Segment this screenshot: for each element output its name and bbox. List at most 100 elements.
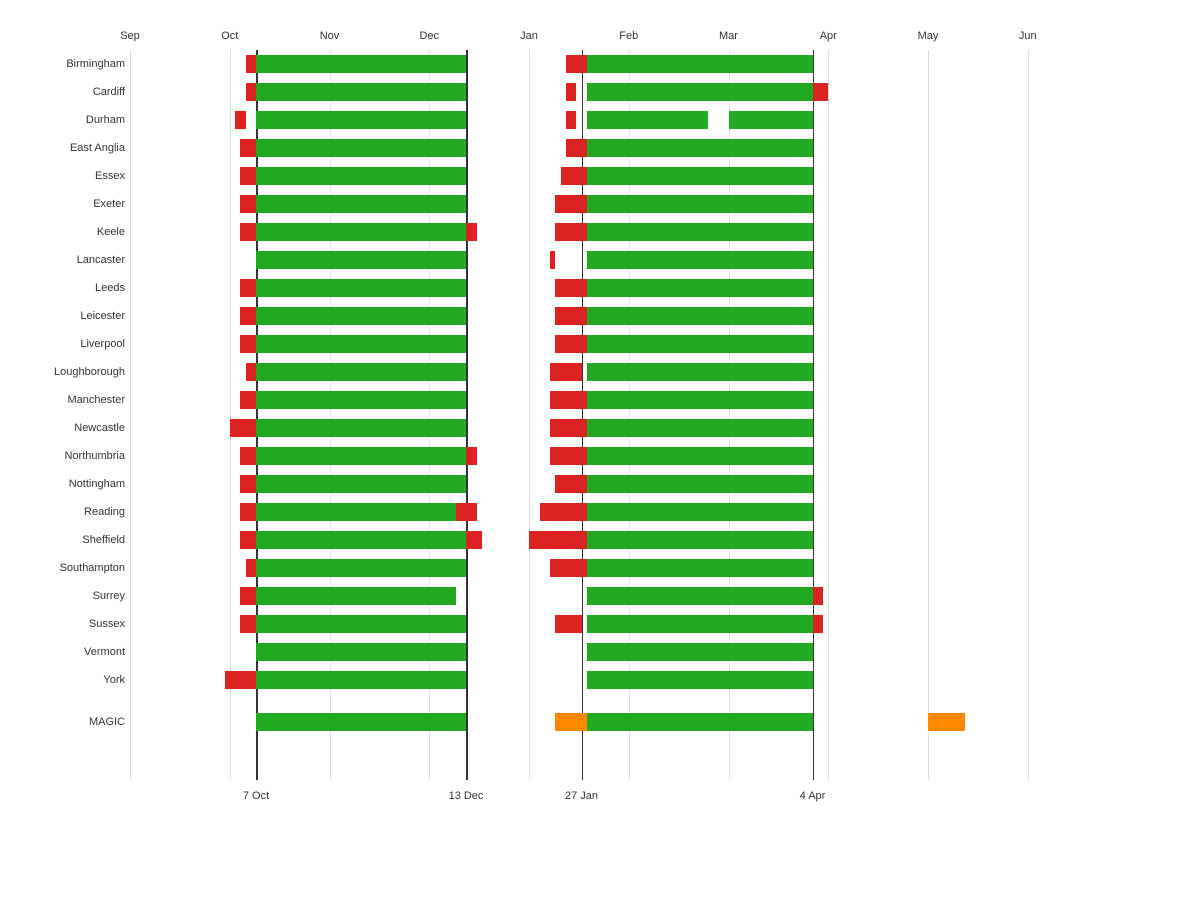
row-label: Nottingham [0, 478, 125, 490]
row-label: East Anglia [0, 142, 125, 154]
bar-green [256, 643, 466, 661]
bar-green [587, 363, 802, 381]
bar-red [571, 195, 587, 213]
row-label: Exeter [0, 198, 125, 210]
bar-red [240, 419, 256, 437]
bar-red [550, 559, 571, 577]
bar-red [550, 447, 587, 465]
chart-container: SepOctNovDecJanFebMarAprMayJunBirmingham… [0, 0, 1200, 900]
bar-green [256, 335, 466, 353]
bar-green [256, 671, 466, 689]
row-bars [130, 587, 1180, 605]
bar-green [587, 643, 813, 661]
bar-green [587, 503, 813, 521]
row-bars [130, 55, 1180, 73]
row-label: Reading [0, 506, 125, 518]
bar-green [256, 167, 466, 185]
table-row: Durham [130, 106, 1180, 134]
bar-green [587, 391, 802, 409]
bar-green [256, 139, 466, 157]
row-bars [130, 391, 1180, 409]
row-bars [130, 307, 1180, 325]
bar-red [240, 475, 256, 493]
row-bars [130, 139, 1180, 157]
bar-green [256, 83, 466, 101]
bar-red [550, 391, 587, 409]
bar-green [256, 531, 466, 549]
bar-green [256, 307, 466, 325]
bar-green [802, 223, 813, 241]
bar-green [802, 363, 813, 381]
magic-bar-orange [928, 713, 949, 731]
bar-green [256, 251, 466, 269]
month-label: Feb [619, 30, 638, 42]
bar-green [587, 531, 792, 549]
bar-red [813, 587, 824, 605]
month-label: Jun [1019, 30, 1037, 42]
bar-green [729, 111, 813, 129]
bottom-labels: 7 Oct13 Dec27 Jan4 Apr [130, 780, 1180, 820]
bar-red [566, 83, 577, 101]
bar-red [240, 307, 256, 325]
chart-area: SepOctNovDecJanFebMarAprMayJunBirmingham… [130, 30, 1180, 820]
table-row: Exeter [130, 190, 1180, 218]
bar-green [587, 167, 813, 185]
table-row: Sheffield [130, 526, 1180, 554]
bar-green [256, 111, 466, 129]
table-row: Newcastle [130, 414, 1180, 442]
bar-green [802, 139, 813, 157]
bar-red [235, 671, 256, 689]
bar-green [587, 447, 802, 465]
bar-green [256, 419, 466, 437]
bar-red [550, 251, 555, 269]
row-bars [130, 251, 1180, 269]
bar-green [256, 363, 466, 381]
bar-red [240, 167, 256, 185]
bar-red [576, 55, 587, 73]
row-label: Vermont [0, 646, 125, 658]
bar-green [587, 111, 708, 129]
table-row: Surrey [130, 582, 1180, 610]
row-label: Essex [0, 170, 125, 182]
bottom-date-label: 27 Jan [565, 790, 598, 802]
row-label: Leicester [0, 310, 125, 322]
bar-green [587, 419, 813, 437]
bar-green [802, 195, 813, 213]
bar-red [555, 475, 587, 493]
bar-green [256, 223, 466, 241]
table-row: Reading [130, 498, 1180, 526]
bar-red [456, 503, 467, 521]
row-label: Lancaster [0, 254, 125, 266]
bar-green [587, 55, 813, 73]
bar-green [792, 531, 813, 549]
bar-green [256, 447, 466, 465]
bar-red [246, 559, 257, 577]
bar-red [555, 223, 587, 241]
row-bars [130, 447, 1180, 465]
bar-red [540, 503, 587, 521]
bar-red [550, 419, 561, 437]
row-label: Loughborough [0, 366, 125, 378]
bar-red [555, 307, 587, 325]
bar-red [246, 55, 257, 73]
bar-red [240, 447, 256, 465]
row-bars [130, 83, 1180, 101]
table-row: Liverpool [130, 330, 1180, 358]
table-row: Cardiff [130, 78, 1180, 106]
row-bars [130, 111, 1180, 129]
bar-red [246, 83, 257, 101]
bar-red [555, 335, 587, 353]
bar-red [571, 559, 587, 577]
table-row: Nottingham [130, 470, 1180, 498]
bar-red [246, 139, 257, 157]
bar-red [240, 223, 256, 241]
bar-green [256, 615, 466, 633]
month-label: Mar [719, 30, 738, 42]
table-row: York [130, 666, 1180, 694]
table-row: Leicester [130, 302, 1180, 330]
bar-red [566, 111, 577, 129]
month-label: May [918, 30, 939, 42]
table-row: Essex [130, 162, 1180, 190]
bar-green [802, 391, 813, 409]
bar-red [240, 615, 256, 633]
